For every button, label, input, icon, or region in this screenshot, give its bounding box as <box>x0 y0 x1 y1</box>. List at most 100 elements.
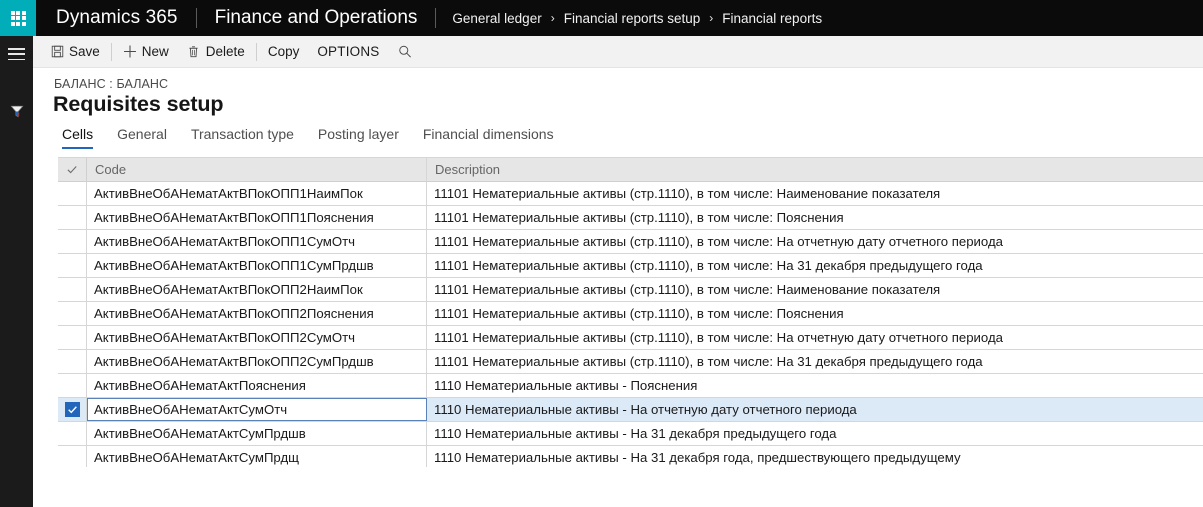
row-select-cell[interactable] <box>58 350 87 373</box>
row-select-cell[interactable] <box>58 254 87 277</box>
row-checkbox-checked[interactable] <box>65 402 80 417</box>
funnel-filter-icon <box>10 104 24 118</box>
cell-description[interactable]: 11101 Нематериальные активы (стр.1110), … <box>427 326 1203 349</box>
command-separator <box>111 43 112 61</box>
table-row[interactable]: АктивВнеОбАНематАктВПокОПП2Пояснения1110… <box>58 302 1203 326</box>
grid-body: АктивВнеОбАНематАктВПокОПП1НаимПок11101 … <box>58 182 1203 470</box>
table-row[interactable]: АктивВнеОбАНематАктВПокОПП2СумПрдшв11101… <box>58 350 1203 374</box>
table-row[interactable]: АктивВнеОбАНематАктПояснения1110 Нематер… <box>58 374 1203 398</box>
select-all-cell[interactable] <box>58 158 87 181</box>
new-button[interactable]: New <box>114 36 178 68</box>
brand-title: Dynamics 365 <box>36 0 196 36</box>
command-bar: Save New Delete Copy OPTIONS <box>33 36 1203 68</box>
command-separator <box>256 43 257 61</box>
table-row[interactable]: АктивВнеОбАНематАктСумОтч1110 Нематериал… <box>58 398 1203 422</box>
save-floppy-icon <box>50 45 64 59</box>
column-header-description[interactable]: Description <box>427 158 1203 181</box>
waffle-grid-glyph <box>11 11 26 26</box>
table-row[interactable]: АктивВнеОбАНематАктВПокОПП1НаимПок11101 … <box>58 182 1203 206</box>
cell-code[interactable]: АктивВнеОбАНематАктВПокОПП1НаимПок <box>87 182 427 205</box>
breadcrumb-item-financial-reports-setup[interactable]: Financial reports setup <box>564 11 701 26</box>
cell-code[interactable]: АктивВнеОбАНематАктВПокОПП1СумОтч <box>87 230 427 253</box>
row-select-cell[interactable] <box>58 446 87 469</box>
save-button[interactable]: Save <box>41 36 109 68</box>
tab-financial-dimensions[interactable]: Financial dimensions <box>411 126 566 149</box>
cell-description[interactable]: 11101 Нематериальные активы (стр.1110), … <box>427 206 1203 229</box>
column-header-code[interactable]: Code <box>87 158 427 181</box>
tab-general[interactable]: General <box>105 126 179 149</box>
top-navigation-bar: Dynamics 365 Finance and Operations Gene… <box>0 0 1203 36</box>
options-button-label: OPTIONS <box>317 44 379 59</box>
table-row[interactable]: АктивВнеОбАНематАктВПокОПП1СумОтч11101 Н… <box>58 230 1203 254</box>
table-row[interactable]: АктивВнеОбАНематАктВПокОПП1СумПрдшв11101… <box>58 254 1203 278</box>
row-select-cell[interactable] <box>58 422 87 445</box>
filter-pane-button[interactable] <box>0 93 33 129</box>
cell-description[interactable]: 11101 Нематериальные активы (стр.1110), … <box>427 254 1203 277</box>
cell-code[interactable]: АктивВнеОбАНематАктПояснения <box>87 374 427 397</box>
plus-icon <box>123 45 137 59</box>
delete-button-label: Delete <box>206 44 245 59</box>
cell-code[interactable]: АктивВнеОбАНематАктВПокОПП1СумПрдшв <box>87 254 427 277</box>
save-button-label: Save <box>69 44 100 59</box>
tab-cells[interactable]: Cells <box>53 126 105 149</box>
cell-code[interactable]: АктивВнеОбАНематАктСумПрдшв <box>87 422 427 445</box>
row-select-cell[interactable] <box>58 398 87 421</box>
trash-icon <box>187 45 201 59</box>
tab-posting-layer[interactable]: Posting layer <box>306 126 411 149</box>
delete-button[interactable]: Delete <box>178 36 254 68</box>
cell-code[interactable]: АктивВнеОбАНематАктВПокОПП2НаимПок <box>87 278 427 301</box>
options-button[interactable]: OPTIONS <box>308 36 388 68</box>
row-select-cell[interactable] <box>58 302 87 325</box>
page-content: БАЛАНС : БАЛАНС Requisites setup Cells G… <box>33 69 1203 507</box>
breadcrumb-item-financial-reports[interactable]: Financial reports <box>722 11 822 26</box>
row-select-cell[interactable] <box>58 278 87 301</box>
navigation-menu-button[interactable] <box>0 36 33 72</box>
row-select-cell[interactable] <box>58 374 87 397</box>
checkmark-icon <box>66 164 78 176</box>
cell-description[interactable]: 11101 Нематериальные активы (стр.1110), … <box>427 350 1203 373</box>
cell-description[interactable]: 11101 Нематериальные активы (стр.1110), … <box>427 230 1203 253</box>
table-row[interactable]: АктивВнеОбАНематАктСумПрдшв1110 Нематери… <box>58 422 1203 446</box>
breadcrumb: General ledger › Financial reports setup… <box>436 0 822 36</box>
cell-description[interactable]: 1110 Нематериальные активы - На отчетную… <box>427 398 1203 421</box>
table-row[interactable]: АктивВнеОбАНематАктВПокОПП1Пояснения1110… <box>58 206 1203 230</box>
row-select-cell[interactable] <box>58 230 87 253</box>
chevron-right-icon: › <box>551 11 555 25</box>
table-row[interactable]: АктивВнеОбАНематАктВПокОПП2НаимПок11101 … <box>58 278 1203 302</box>
copy-button[interactable]: Copy <box>259 36 309 68</box>
row-select-cell[interactable] <box>58 206 87 229</box>
cell-code[interactable]: АктивВнеОбАНематАктСумОтч <box>87 398 427 421</box>
cell-code[interactable]: АктивВнеОбАНематАктСумПрдщ <box>87 446 427 469</box>
cell-code[interactable]: АктивВнеОбАНематАктВПокОПП2СумОтч <box>87 326 427 349</box>
left-navigation-rail <box>0 36 33 507</box>
grid-header-row: Code Description <box>58 158 1203 182</box>
cell-description[interactable]: 1110 Нематериальные активы - На 31 декаб… <box>427 446 1203 469</box>
cell-description[interactable]: 11101 Нематериальные активы (стр.1110), … <box>427 302 1203 325</box>
cell-description[interactable]: 11101 Нематериальные активы (стр.1110), … <box>427 182 1203 205</box>
row-select-cell[interactable] <box>58 326 87 349</box>
new-button-label: New <box>142 44 169 59</box>
cell-description[interactable]: 1110 Нематериальные активы - На 31 декаб… <box>427 422 1203 445</box>
search-button[interactable] <box>389 36 421 68</box>
cell-code[interactable]: АктивВнеОбАНематАктВПокОПП2Пояснения <box>87 302 427 325</box>
cell-description[interactable]: 11101 Нематериальные активы (стр.1110), … <box>427 278 1203 301</box>
module-title[interactable]: Finance and Operations <box>197 0 436 36</box>
copy-button-label: Copy <box>268 44 300 59</box>
table-row[interactable]: АктивВнеОбАНематАктВПокОПП2СумОтч11101 Н… <box>58 326 1203 350</box>
tab-transaction-type[interactable]: Transaction type <box>179 126 306 149</box>
cell-code[interactable]: АктивВнеОбАНематАктВПокОПП2СумПрдшв <box>87 350 427 373</box>
row-select-cell[interactable] <box>58 182 87 205</box>
search-icon <box>398 45 412 59</box>
chevron-right-icon: › <box>709 11 713 25</box>
waffle-grid-icon[interactable] <box>0 0 36 36</box>
grid-empty-area <box>33 467 1203 507</box>
page-caption: БАЛАНС : БАЛАНС <box>54 77 168 91</box>
requisites-grid: Code Description АктивВнеОбАНематАктВПок… <box>58 157 1203 470</box>
cell-code[interactable]: АктивВнеОбАНематАктВПокОПП1Пояснения <box>87 206 427 229</box>
breadcrumb-item-general-ledger[interactable]: General ledger <box>452 11 541 26</box>
page-title: Requisites setup <box>53 92 223 117</box>
tab-strip: Cells General Transaction type Posting l… <box>53 126 1203 154</box>
cell-description[interactable]: 1110 Нематериальные активы - Пояснения <box>427 374 1203 397</box>
hamburger-icon <box>8 48 25 60</box>
dynamics365-app-window: Dynamics 365 Finance and Operations Gene… <box>0 0 1203 507</box>
